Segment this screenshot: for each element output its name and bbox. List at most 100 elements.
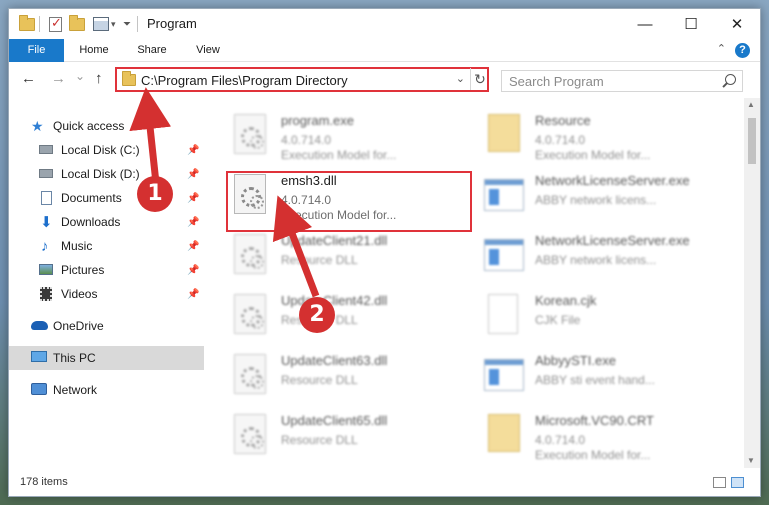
address-bar[interactable]: C:\Program Files\Program Directory ⌄: [115, 67, 489, 92]
file-explorer-window: ▾ ⏷ Program — ☐ ✕ File Home Share View ⌃…: [8, 8, 761, 497]
maximize-button[interactable]: ☐: [668, 9, 714, 39]
search-input[interactable]: Search Program: [509, 74, 604, 89]
file-item-microsoft-vc90-crt[interactable]: Microsoft.VC90.CRT 4.0.714.0 Execution M…: [478, 406, 718, 462]
pin-icon[interactable]: 📌: [187, 265, 199, 276]
search-icon[interactable]: [725, 74, 736, 85]
file-item-updateclient65-dll[interactable]: UpdateClient65.dll Resource DLL: [224, 406, 464, 462]
dll-icon: [234, 414, 266, 454]
documents-icon: [41, 191, 52, 205]
sidebar-item-label: Quick access: [53, 119, 125, 133]
up-icon[interactable]: ↑: [95, 70, 103, 87]
sidebar-item-label: Local Disk (C:): [61, 143, 140, 157]
sidebar-item-onedrive[interactable]: OneDrive: [9, 314, 204, 338]
sidebar-item-label: OneDrive: [53, 319, 104, 333]
help-icon[interactable]: ?: [735, 43, 750, 58]
pin-icon[interactable]: 📌: [187, 193, 199, 204]
sidebar-item-documents[interactable]: Documents 📌: [9, 186, 204, 210]
navigation-pane: ★ Quick access Local Disk (C:) 📌 Local D…: [9, 98, 209, 468]
pin-icon[interactable]: 📌: [187, 169, 199, 180]
exe-icon: [484, 239, 524, 271]
file-item-updateclient63-dll[interactable]: UpdateClient63.dll Resource DLL: [224, 346, 464, 402]
sidebar-item-downloads[interactable]: ⬇ Downloads 📌: [9, 210, 204, 234]
dll-icon: [234, 354, 266, 394]
scroll-down-icon[interactable]: ▼: [747, 456, 755, 465]
folder-icon[interactable]: [19, 14, 35, 33]
step-badge-2: 2: [299, 297, 335, 333]
tab-file[interactable]: File: [9, 39, 64, 62]
file-description: Resource DLL: [281, 373, 358, 387]
tab-share[interactable]: Share: [127, 39, 177, 62]
blank-file-icon: [488, 294, 518, 334]
chevron-down-icon[interactable]: ▾: [111, 15, 116, 33]
computer-icon: [31, 351, 47, 362]
file-item-updateclient21-dll[interactable]: UpdateClient21.dll Resource DLL: [224, 226, 464, 282]
file-item-updateclient42-dll[interactable]: UpdateClient42.dll Resource DLL: [224, 286, 464, 342]
chevron-down-icon[interactable]: ⌄: [456, 72, 465, 85]
file-name: Resource: [535, 113, 591, 128]
download-icon: ⬇: [40, 213, 53, 231]
sidebar-item-local-disk-c[interactable]: Local Disk (C:) 📌: [9, 138, 204, 162]
close-button[interactable]: ✕: [714, 9, 760, 39]
minimize-button[interactable]: —: [622, 9, 668, 39]
large-icons-view-icon[interactable]: [731, 477, 744, 488]
back-icon[interactable]: ←: [21, 70, 36, 87]
folder-icon: [488, 414, 520, 452]
file-item-korean-cjk[interactable]: Korean.cjk CJK File: [478, 286, 718, 342]
file-name: UpdateClient21.dll: [281, 233, 388, 248]
file-item-resource[interactable]: Resource 4.0.714.0 Execution Model for..…: [478, 106, 718, 162]
sidebar-item-label: Pictures: [61, 263, 105, 277]
file-item-abbyysti-exe[interactable]: AbbyySTI.exe ABBY sti event hand...: [478, 346, 718, 402]
properties-icon[interactable]: [93, 15, 109, 33]
file-name: program.exe: [281, 113, 354, 128]
sidebar-item-network[interactable]: Network: [9, 378, 204, 402]
sidebar-item-music[interactable]: ♪ Music 📌: [9, 234, 204, 258]
sidebar-item-this-pc[interactable]: This PC: [9, 346, 204, 370]
file-name: UpdateClient63.dll: [281, 353, 388, 368]
sidebar-item-label: Videos: [61, 287, 98, 301]
exe-icon: [484, 359, 524, 391]
file-name: AbbyySTI.exe: [535, 353, 616, 368]
pin-icon[interactable]: 📌: [187, 241, 199, 252]
sidebar-item-label: Music: [61, 239, 93, 253]
collapse-ribbon-icon[interactable]: ⌃: [717, 42, 726, 55]
search-box[interactable]: Search Program: [501, 70, 743, 92]
details-view-icon[interactable]: [713, 477, 726, 488]
dll-icon: [234, 234, 266, 274]
recent-locations-icon[interactable]: ⌄: [75, 69, 85, 83]
scroll-thumb[interactable]: [748, 118, 756, 164]
sidebar-item-pictures[interactable]: Pictures 📌: [9, 258, 204, 282]
vertical-scrollbar[interactable]: ▲ ▼: [744, 98, 760, 468]
refresh-button[interactable]: ↻: [470, 68, 489, 90]
exe-icon: [484, 179, 524, 211]
address-path[interactable]: C:\Program Files\Program Directory: [141, 73, 348, 88]
drive-icon: [39, 145, 53, 154]
separator: [137, 15, 138, 33]
tab-home[interactable]: Home: [69, 39, 119, 62]
new-folder-icon[interactable]: [69, 14, 85, 33]
star-icon: ★: [31, 117, 44, 134]
navigation-bar: ← → ⌄ ↑ C:\Program Files\Program Directo…: [9, 62, 760, 98]
ribbon: File Home Share View ⌃ ?: [9, 39, 760, 62]
network-icon: [31, 383, 47, 395]
checkmark-icon[interactable]: [49, 15, 62, 33]
tab-view[interactable]: View: [183, 39, 233, 62]
file-item-program-exe[interactable]: program.exe 4.0.714.0 Execution Model fo…: [224, 106, 464, 162]
pin-icon[interactable]: 📌: [187, 217, 199, 228]
pin-icon[interactable]: 📌: [187, 289, 199, 300]
forward-icon[interactable]: →: [51, 70, 66, 87]
pin-icon[interactable]: 📌: [187, 145, 199, 156]
file-list: program.exe 4.0.714.0 Execution Model fo…: [214, 98, 741, 468]
item-count: 178 items: [20, 476, 68, 488]
scroll-up-icon[interactable]: ▲: [747, 100, 755, 109]
file-name: UpdateClient42.dll: [281, 293, 388, 308]
sidebar-item-quick-access[interactable]: ★ Quick access: [9, 114, 204, 138]
file-item-networklicenseserver-exe[interactable]: NetworkLicenseServer.exe ABBY network li…: [478, 226, 718, 282]
sidebar-item-videos[interactable]: Videos 📌: [9, 282, 204, 306]
window-title: Program: [147, 16, 197, 31]
customize-toolbar-icon[interactable]: ⏷: [123, 15, 131, 33]
file-item-networklicenseserver-exe[interactable]: NetworkLicenseServer.exe ABBY network li…: [478, 166, 718, 222]
sidebar-item-label: This PC: [53, 351, 96, 365]
sidebar-item-label: Network: [53, 383, 98, 397]
folder-icon: [488, 114, 520, 152]
sidebar-item-local-disk-d[interactable]: Local Disk (D:) 📌: [9, 162, 204, 186]
